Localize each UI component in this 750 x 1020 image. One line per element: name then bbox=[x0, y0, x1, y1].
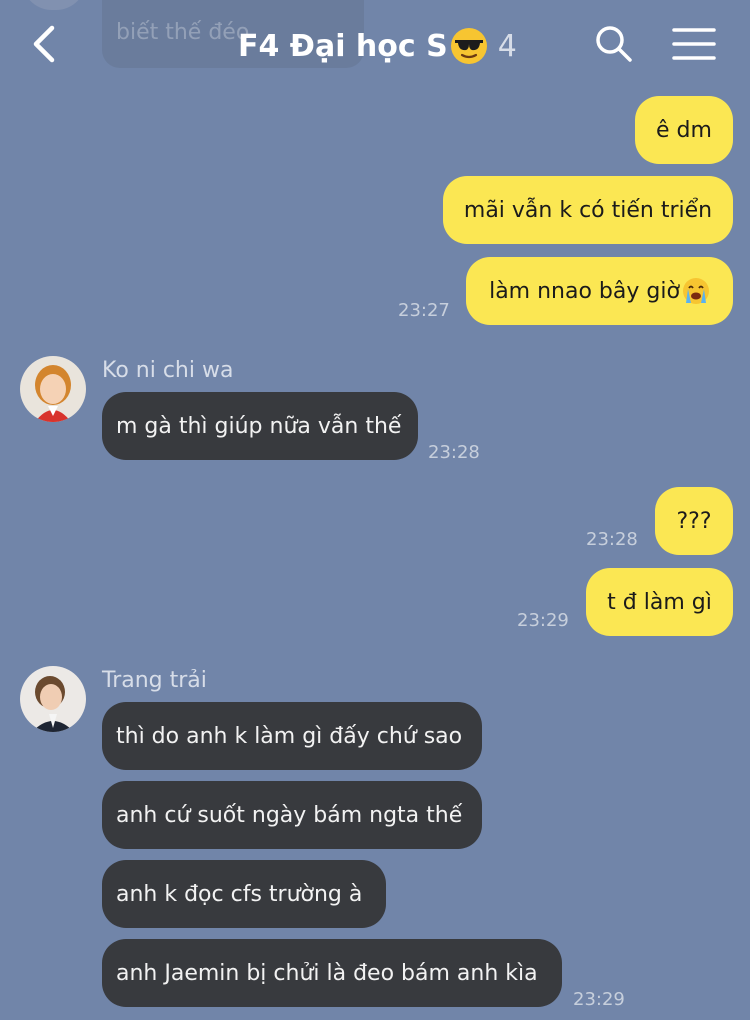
search-icon bbox=[596, 26, 632, 62]
incoming-message[interactable]: anh cứ suốt ngày bám ngta thế bbox=[102, 781, 482, 849]
avatar-image bbox=[20, 356, 86, 422]
message-text: anh Jaemin bị chửi là đeo bám anh kìa bbox=[116, 960, 538, 986]
search-button[interactable] bbox=[594, 24, 634, 64]
outgoing-message[interactable]: t đ làm gì bbox=[586, 568, 733, 636]
incoming-message[interactable]: anh k đọc cfs trường à bbox=[102, 860, 386, 928]
member-count: 4 bbox=[497, 28, 517, 64]
message-timestamp: 23:28 bbox=[428, 442, 480, 463]
message-text: làm nnao bây giờ bbox=[489, 278, 680, 304]
outgoing-message[interactable]: ê dm bbox=[635, 96, 733, 164]
menu-button[interactable] bbox=[672, 26, 716, 62]
message-text: ??? bbox=[676, 508, 712, 534]
chat-title[interactable]: F4 Đại học S 4 bbox=[238, 26, 517, 66]
message-timestamp: 23:27 bbox=[398, 300, 450, 321]
message-text: anh k đọc cfs trường à bbox=[116, 881, 363, 907]
crying-face-emoji-icon bbox=[682, 278, 709, 304]
outgoing-message[interactable]: ??? bbox=[655, 487, 733, 555]
sunglasses-emoji-icon bbox=[450, 28, 487, 64]
group-name: F4 Đại học S bbox=[238, 28, 448, 64]
message-timestamp: 23:28 bbox=[586, 529, 638, 550]
back-button[interactable] bbox=[28, 22, 68, 66]
avatar-image bbox=[20, 666, 86, 732]
avatar[interactable] bbox=[20, 356, 86, 422]
outgoing-message[interactable]: mãi vẫn k có tiến triển bbox=[443, 176, 733, 244]
incoming-message[interactable]: anh Jaemin bị chửi là đeo bám anh kìa bbox=[102, 939, 562, 1007]
message-text: mãi vẫn k có tiến triển bbox=[463, 197, 713, 223]
message-timestamp: 23:29 bbox=[573, 989, 625, 1010]
sender-name: Trang trải bbox=[102, 668, 207, 693]
chat-header: F4 Đại học S 4 bbox=[0, 0, 750, 90]
hamburger-menu-icon bbox=[672, 28, 716, 60]
sender-name: Ko ni chi wa bbox=[102, 358, 234, 383]
message-text: thì do anh k làm gì đấy chứ sao bbox=[116, 723, 463, 749]
outgoing-message[interactable]: làm nnao bây giờ bbox=[466, 257, 733, 325]
message-timestamp: 23:29 bbox=[517, 610, 569, 631]
message-text: anh cứ suốt ngày bám ngta thế bbox=[116, 802, 463, 828]
avatar[interactable] bbox=[20, 666, 86, 732]
chevron-left-icon bbox=[33, 25, 55, 63]
message-text: t đ làm gì bbox=[607, 589, 712, 615]
incoming-message[interactable]: m gà thì giúp nữa vẫn thế bbox=[102, 392, 418, 460]
message-text: m gà thì giúp nữa vẫn thế bbox=[116, 413, 402, 439]
incoming-message[interactable]: thì do anh k làm gì đấy chứ sao bbox=[102, 702, 482, 770]
message-text: ê dm bbox=[656, 117, 712, 143]
